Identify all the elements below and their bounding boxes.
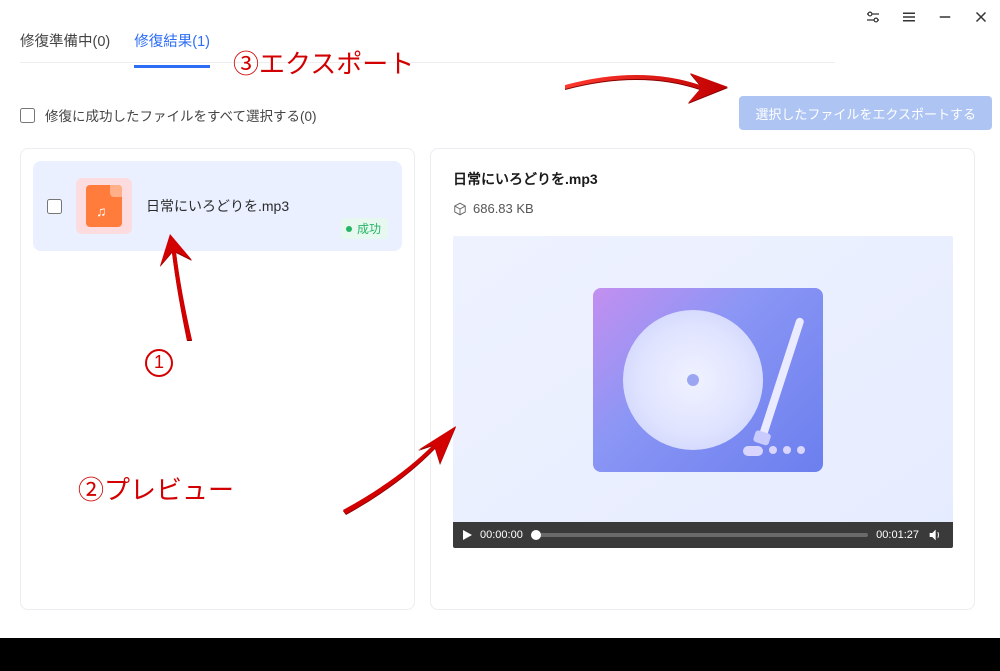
music-note-icon: ♫ xyxy=(96,203,107,219)
file-item[interactable]: ♫ 日常にいろどりを.mp3 成功 xyxy=(33,161,402,251)
tab-divider xyxy=(20,62,835,63)
audio-player: 00:00:00 00:01:27 xyxy=(453,236,953,548)
close-icon[interactable] xyxy=(968,4,994,30)
play-button[interactable] xyxy=(463,530,472,540)
file-checkbox[interactable] xyxy=(47,199,62,214)
file-name: 日常にいろどりを.mp3 xyxy=(146,196,388,216)
file-list-panel: ♫ 日常にいろどりを.mp3 成功 xyxy=(20,148,415,610)
arrow-3 xyxy=(560,55,730,120)
select-all-row[interactable]: 修復に成功したファイルをすべて選択する(0) xyxy=(20,105,317,125)
select-all-checkbox[interactable] xyxy=(20,108,35,123)
time-current: 00:00:00 xyxy=(480,529,523,541)
cube-icon xyxy=(453,202,467,216)
preview-panel: 日常にいろどりを.mp3 686.83 KB 00:00:00 00:01:27 xyxy=(430,148,975,610)
file-size: 686.83 KB xyxy=(473,201,534,216)
turntable-illustration xyxy=(593,288,823,472)
time-total: 00:01:27 xyxy=(876,529,919,541)
minimize-icon[interactable] xyxy=(932,4,958,30)
settings-icon[interactable] xyxy=(860,4,886,30)
player-controls: 00:00:00 00:01:27 xyxy=(453,522,953,548)
status-badge: 成功 xyxy=(341,218,388,239)
select-all-label: 修復に成功したファイルをすべて選択する(0) xyxy=(45,105,317,125)
bottom-bar xyxy=(0,638,1000,671)
menu-icon[interactable] xyxy=(896,4,922,30)
seek-bar[interactable] xyxy=(531,533,868,537)
volume-icon[interactable] xyxy=(927,527,943,543)
export-button[interactable]: 選択したファイルをエクスポートする xyxy=(739,96,992,130)
preview-title: 日常にいろどりを.mp3 xyxy=(453,169,952,189)
file-thumbnail: ♫ xyxy=(76,178,132,234)
